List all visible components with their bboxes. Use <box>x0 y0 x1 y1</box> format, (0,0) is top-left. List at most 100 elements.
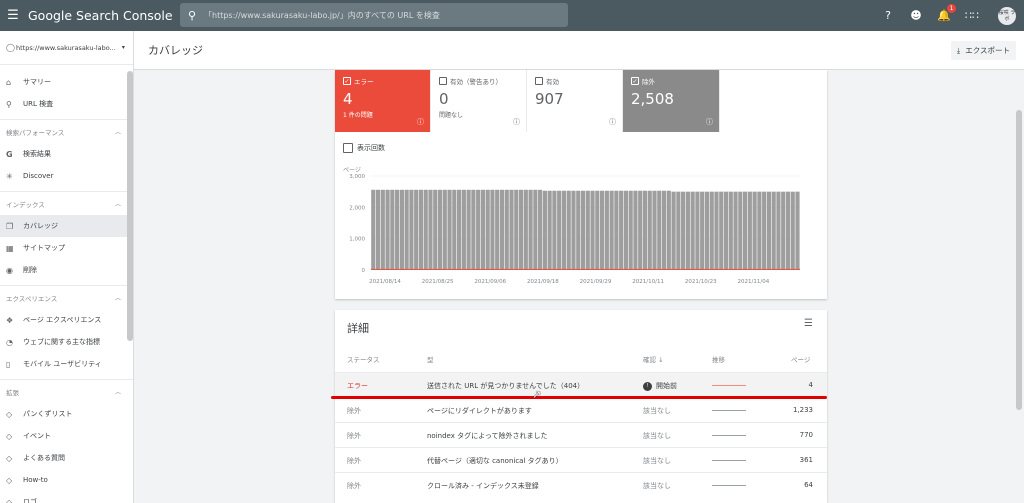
help-icon[interactable]: ⓘ <box>609 117 616 127</box>
table-row[interactable]: エラー 送信された URL が見つかりませんでした（404） ! 開始前 4 <box>335 372 827 397</box>
checkbox-checked-icon[interactable]: ✓ <box>343 77 351 85</box>
column-status[interactable]: ステータス <box>347 354 380 364</box>
x-tick-label: 2021/09/29 <box>580 279 612 285</box>
sidebar-item-core-web-vitals[interactable]: ◔ ウェブに関する主な指標 <box>0 331 133 353</box>
chart-bar <box>380 189 385 270</box>
notifications-icon[interactable]: 🔔 1 <box>936 4 956 22</box>
sidebar-item-search-results[interactable]: G 検索結果 <box>0 143 133 165</box>
checkbox-icon[interactable] <box>343 143 353 153</box>
sidebar-item-logo[interactable]: ◇ ロゴ <box>0 491 133 503</box>
help-icon[interactable]: ⓘ <box>706 117 713 127</box>
section-index[interactable]: インデックス ︿ <box>0 191 133 215</box>
chart-bar <box>552 190 557 270</box>
sidebar-item-coverage[interactable]: ❐ カバレッジ <box>0 215 133 237</box>
diamond-icon: ◇ <box>6 497 13 503</box>
checkbox-icon[interactable] <box>535 77 543 85</box>
main-scrollbar[interactable] <box>1016 110 1022 410</box>
x-tick-label: 2021/11/04 <box>738 279 770 285</box>
eye-off-icon: ◉ <box>6 265 13 275</box>
chart-bar <box>547 190 552 270</box>
sidebar-item-howto[interactable]: ◇ How-to <box>0 469 133 491</box>
y-tick-label: 0 <box>362 268 366 274</box>
coverage-chart[interactable]: ページ3,000 2,000 1,000 02021/08/14 2021/08/25 2… <box>335 162 827 292</box>
x-tick-label: 2021/08/25 <box>422 279 454 285</box>
section-search-performance[interactable]: 検索パフォーマンス ︿ <box>0 119 133 143</box>
manage-users-icon[interactable]: ☻ <box>908 9 924 22</box>
section-enhancements[interactable]: 拡張 ︿ <box>0 379 133 403</box>
arrow-down-icon: ↓ <box>658 356 664 364</box>
help-icon[interactable]: ⓘ <box>417 117 424 127</box>
sidebar-item-page-experience[interactable]: ❖ ページ エクスペリエンス <box>0 309 133 331</box>
chart-bar <box>490 189 495 270</box>
column-trend[interactable]: 推移 <box>712 354 725 364</box>
tile-valid-with-warnings[interactable]: 有効（警告あり） 0 問題なし ⓘ <box>431 70 527 132</box>
diamond-icon: ◇ <box>6 475 13 485</box>
chart-bar <box>785 191 791 270</box>
chart-bar <box>604 190 609 270</box>
sidebar-item-url-inspection[interactable]: ⚲ URL 検査 <box>0 93 133 115</box>
globe-icon: ◯ <box>6 43 15 52</box>
chart-bar <box>585 190 590 270</box>
column-pages[interactable]: ページ <box>791 354 810 364</box>
sidebar-item-sitemaps[interactable]: ▦ サイトマップ <box>0 237 133 259</box>
chart-bar <box>518 189 524 270</box>
sidebar-item-events[interactable]: ◇ イベント <box>0 425 133 447</box>
chart-bar <box>514 189 519 270</box>
chart-bar <box>676 191 681 270</box>
checkbox-icon[interactable] <box>439 77 447 85</box>
chart-bar <box>576 190 581 270</box>
y-axis-label: ページ <box>343 167 361 174</box>
table-row[interactable]: 除外 代替ページ（適切な canonical タグあり） 該当なし 361 <box>335 447 827 472</box>
diamond-icon: ◇ <box>6 453 13 463</box>
chart-bar <box>738 191 743 270</box>
chart-bar <box>495 189 500 270</box>
section-experience[interactable]: エクスペリエンス ︿ <box>0 285 133 309</box>
chevron-up-icon: ︿ <box>114 201 121 208</box>
table-row[interactable]: 除外 ページにリダイレクトがあります 該当なし 1,233 <box>335 397 827 422</box>
chart-bar <box>409 189 414 270</box>
trend-sparkline <box>712 385 746 386</box>
property-selector[interactable]: ◯ https://www.sakurasaku-labo... ▾ <box>0 31 133 65</box>
menu-icon[interactable]: ☰ <box>2 0 24 31</box>
search-input[interactable] <box>204 3 568 27</box>
url-inspection-search[interactable]: ⚲ <box>180 3 568 27</box>
sidebar-item-summary[interactable]: ⌂ サマリー <box>0 71 133 93</box>
tile-valid[interactable]: 有効 907 ⓘ <box>527 70 623 132</box>
chart-bar <box>638 190 643 270</box>
column-validation[interactable]: 確認 ↓ <box>643 354 664 364</box>
tile-excluded[interactable]: ✓ 除外 2,508 ⓘ <box>623 70 720 132</box>
chart-bar <box>790 191 795 270</box>
sidebar-item-removals[interactable]: ◉ 削除 <box>0 259 133 281</box>
sidebar-item-discover[interactable]: ✳ Discover <box>0 165 133 187</box>
chart-bar <box>461 189 466 270</box>
tile-error[interactable]: ✓ エラー 4 1 件の問題 ⓘ <box>335 70 431 132</box>
chart-bar <box>542 190 547 270</box>
help-icon[interactable]: ⓘ <box>513 117 520 127</box>
product-logo[interactable]: Google Search Console <box>28 8 176 23</box>
sidebar-item-mobile-usability[interactable]: ▯ モバイル ユーザビリティ <box>0 353 133 375</box>
chart-bar <box>557 190 562 270</box>
impressions-toggle[interactable]: 表示回数 <box>343 143 385 153</box>
chart-bar <box>433 189 438 270</box>
export-button[interactable]: ⤓ エクスポート <box>950 41 1016 60</box>
table-row[interactable]: 除外 noindex タグによって除外されました 該当なし 770 <box>335 422 827 447</box>
column-type[interactable]: 型 <box>427 354 434 364</box>
x-tick-label: 2021/09/18 <box>527 279 559 285</box>
chart-bar <box>700 191 705 270</box>
sidebar-scrollbar[interactable] <box>127 71 133 341</box>
chart-bar <box>418 189 424 270</box>
chart-bar <box>442 189 447 270</box>
table-row[interactable]: 除外 クロール済み - インデックス未登録 該当なし 64 <box>335 472 827 497</box>
chart-bar <box>614 190 619 270</box>
sidebar-item-breadcrumbs[interactable]: ◇ パンくずリスト <box>0 403 133 425</box>
help-icon[interactable]: ? <box>880 9 896 22</box>
chevron-up-icon: ︿ <box>114 389 121 396</box>
page-title: カバレッジ <box>148 44 203 57</box>
sidebar-item-faq[interactable]: ◇ よくある質問 <box>0 447 133 469</box>
avatar[interactable]: 桜咲 ラボ <box>998 6 1016 25</box>
checkbox-checked-icon[interactable]: ✓ <box>631 77 639 85</box>
chart-bar <box>371 189 376 270</box>
filter-icon[interactable]: ☰ <box>804 318 813 329</box>
chart-bar <box>395 189 400 270</box>
apps-grid-icon[interactable]: ∷∷ <box>964 9 980 22</box>
